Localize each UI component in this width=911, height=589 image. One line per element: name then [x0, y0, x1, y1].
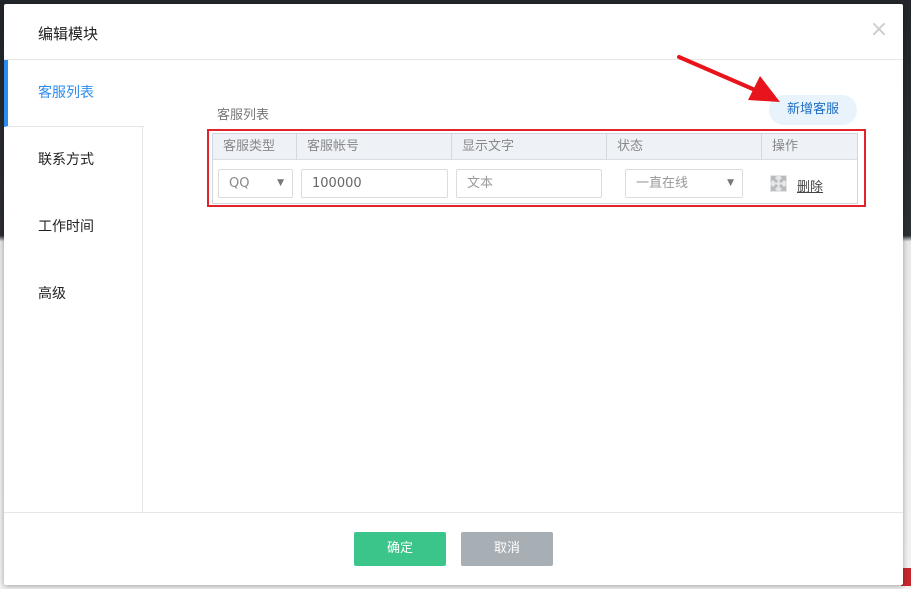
add-service-button[interactable]: 新增客服: [769, 95, 857, 125]
dialog-title: 编辑模块: [38, 25, 99, 43]
service-type-value: QQ: [229, 176, 250, 191]
dialog-content: 客服列表 新增客服 客服类型 客服帐号 显示文字 状态 操作 QQ ▼ 1000…: [144, 60, 903, 512]
dialog-header: 编辑模块 ×: [4, 4, 903, 60]
expand-icon[interactable]: [770, 175, 787, 192]
column-header-display-text: 显示文字: [451, 134, 606, 160]
status-value: 一直在线: [636, 176, 689, 191]
column-header-actions: 操作: [761, 134, 859, 160]
column-header-type: 客服类型: [223, 139, 276, 154]
chevron-down-icon: ▼: [727, 178, 734, 188]
sidebar-item-service-list[interactable]: 客服列表: [4, 60, 144, 127]
dialog-footer: 确定 取消: [4, 512, 903, 585]
column-header-account: 客服帐号: [296, 134, 451, 160]
sidebar-item-work-time[interactable]: 工作时间: [4, 194, 143, 261]
display-text-input[interactable]: 文本: [456, 169, 602, 198]
status-select[interactable]: 一直在线 ▼: [625, 169, 743, 198]
column-header-status: 状态: [606, 134, 761, 160]
confirm-button[interactable]: 确定: [354, 532, 446, 566]
table-row: QQ ▼ 100000 文本 一直在线 ▼ 删除: [213, 161, 857, 204]
close-icon[interactable]: ×: [869, 19, 889, 41]
service-table: 客服类型 客服帐号 显示文字 状态 操作 QQ ▼ 100000 文本 一直在线…: [212, 133, 858, 204]
chevron-down-icon: ▼: [277, 178, 284, 188]
dialog-sidebar: 客服列表 联系方式 工作时间 高级: [4, 60, 144, 512]
service-type-select[interactable]: QQ ▼: [218, 169, 293, 198]
section-label: 客服列表: [217, 108, 270, 123]
sidebar-item-advanced[interactable]: 高级: [4, 261, 143, 328]
account-input[interactable]: 100000: [301, 169, 448, 198]
edit-module-dialog: 编辑模块 × 客服列表 联系方式 工作时间 高级 客服列表 新增客服 客服类型 …: [4, 4, 903, 585]
table-header: 客服类型 客服帐号 显示文字 状态 操作: [213, 134, 857, 160]
cancel-button[interactable]: 取消: [461, 532, 553, 566]
delete-link[interactable]: 删除: [797, 176, 823, 195]
sidebar-item-contact[interactable]: 联系方式: [4, 127, 143, 194]
